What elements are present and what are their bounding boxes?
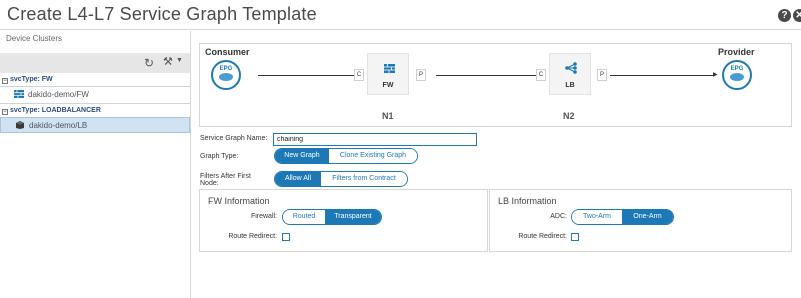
epg-label: EPG	[219, 66, 233, 72]
transparent-option[interactable]: Transparent	[325, 210, 381, 224]
tree-item-label: dakido-demo/FW	[28, 90, 89, 99]
connector-provider-n1[interactable]: P	[416, 69, 426, 81]
load-balancer-icon	[565, 62, 577, 74]
refresh-icon[interactable]: ↻	[144, 56, 154, 70]
node-name-n1: N1	[382, 111, 394, 121]
lb-information-panel: LB Information ADC: Two-Arm One-Arm Rout…	[489, 189, 792, 252]
help-icon[interactable]: ?	[778, 9, 791, 22]
graph-canvas: Consumer Provider EPG EPG ▶ C FW P C LB …	[199, 43, 792, 127]
device-clusters-label: Device Clusters	[6, 34, 63, 43]
device-clusters-pane: Device Clusters ↻ ⚒ ▼ − svcType: FW dakid…	[0, 31, 191, 298]
firewall-icon	[384, 64, 395, 73]
window-title: Create L4-L7 Service Graph Template	[7, 4, 317, 24]
connection-line	[610, 75, 715, 76]
connection-line	[258, 75, 354, 76]
service-graph-name-input[interactable]	[273, 133, 477, 146]
two-arm-option[interactable]: Two-Arm	[572, 210, 622, 224]
routed-option[interactable]: Routed	[283, 210, 325, 224]
close-icon[interactable]: ✕	[793, 9, 801, 22]
provider-epg[interactable]: EPG	[722, 60, 752, 90]
route-redirect-label: Route Redirect:	[228, 233, 277, 240]
tree-item-label: dakido-demo/LB	[29, 121, 88, 130]
consumer-epg[interactable]: EPG	[211, 60, 241, 90]
connector-provider-n2[interactable]: P	[597, 69, 607, 81]
fw-information-panel: FW Information Firewall: Routed Transpar…	[199, 189, 488, 252]
group-header-label: svcType: LOADBALANCER	[10, 107, 101, 114]
divider	[0, 103, 190, 104]
graph-type-toggle[interactable]: New Graph Clone Existing Graph	[274, 148, 418, 164]
connector-consumer-n1[interactable]: C	[354, 69, 364, 81]
filters-from-contract-option[interactable]: Filters from Contract	[321, 172, 407, 186]
collapse-icon[interactable]: −	[2, 109, 8, 115]
node-name-n2: N2	[563, 111, 575, 121]
group-header-fw[interactable]: − svcType: FW	[2, 76, 53, 84]
group-header-label: svcType: FW	[10, 76, 53, 83]
group-header-loadbalancer[interactable]: − svcType: LOADBALANCER	[2, 107, 101, 115]
fw-information-title: FW Information	[208, 196, 270, 206]
service-graph-name-label: Service Graph Name:	[200, 135, 268, 142]
fw-route-redirect-checkbox[interactable]	[282, 233, 290, 241]
title-bar: Create L4-L7 Service Graph Template ? ✕	[0, 0, 801, 30]
consumer-label: Consumer	[205, 47, 250, 57]
firewall-label: Firewall:	[250, 213, 277, 220]
tree-item-fw[interactable]: dakido-demo/FW	[0, 87, 190, 103]
node-type-label: LB	[565, 82, 575, 89]
arrow-head-icon: ▶	[713, 72, 718, 78]
chevron-down-icon[interactable]: ▼	[176, 57, 183, 64]
allow-all-option[interactable]: Allow All	[275, 172, 321, 186]
node-type-label: FW	[382, 82, 394, 89]
adc-mode-toggle[interactable]: Two-Arm One-Arm	[571, 209, 674, 225]
graph-type-label: Graph Type:	[200, 153, 239, 160]
collapse-icon[interactable]: −	[2, 78, 8, 84]
provider-label: Provider	[718, 47, 755, 57]
tools-icon[interactable]: ⚒	[163, 55, 173, 69]
firewall-icon	[14, 90, 24, 98]
epg-icon	[730, 73, 744, 81]
lb-information-title: LB Information	[498, 196, 557, 206]
adc-label: ADC:	[550, 213, 567, 220]
clone-existing-graph-option[interactable]: Clone Existing Graph	[329, 149, 417, 163]
filters-toggle[interactable]: Allow All Filters from Contract	[274, 171, 408, 187]
node-fw[interactable]: FW	[367, 53, 409, 95]
connection-line	[436, 75, 541, 76]
node-lb[interactable]: LB	[549, 53, 591, 95]
filters-after-first-node-label: Filters After First Node:	[200, 173, 251, 187]
firewall-mode-toggle[interactable]: Routed Transparent	[282, 209, 382, 225]
one-arm-option[interactable]: One-Arm	[622, 210, 673, 224]
tree-item-lb[interactable]: dakido-demo/LB	[0, 117, 190, 133]
route-redirect-label: Route Redirect:	[518, 233, 567, 240]
connector-consumer-n2[interactable]: C	[536, 69, 546, 81]
epg-label: EPG	[730, 66, 744, 72]
lb-route-redirect-checkbox[interactable]	[571, 233, 579, 241]
new-graph-option[interactable]: New Graph	[275, 149, 329, 163]
load-balancer-icon	[16, 121, 24, 129]
device-clusters-toolbar: ↻ ⚒ ▼	[0, 53, 190, 73]
epg-icon	[219, 73, 233, 81]
